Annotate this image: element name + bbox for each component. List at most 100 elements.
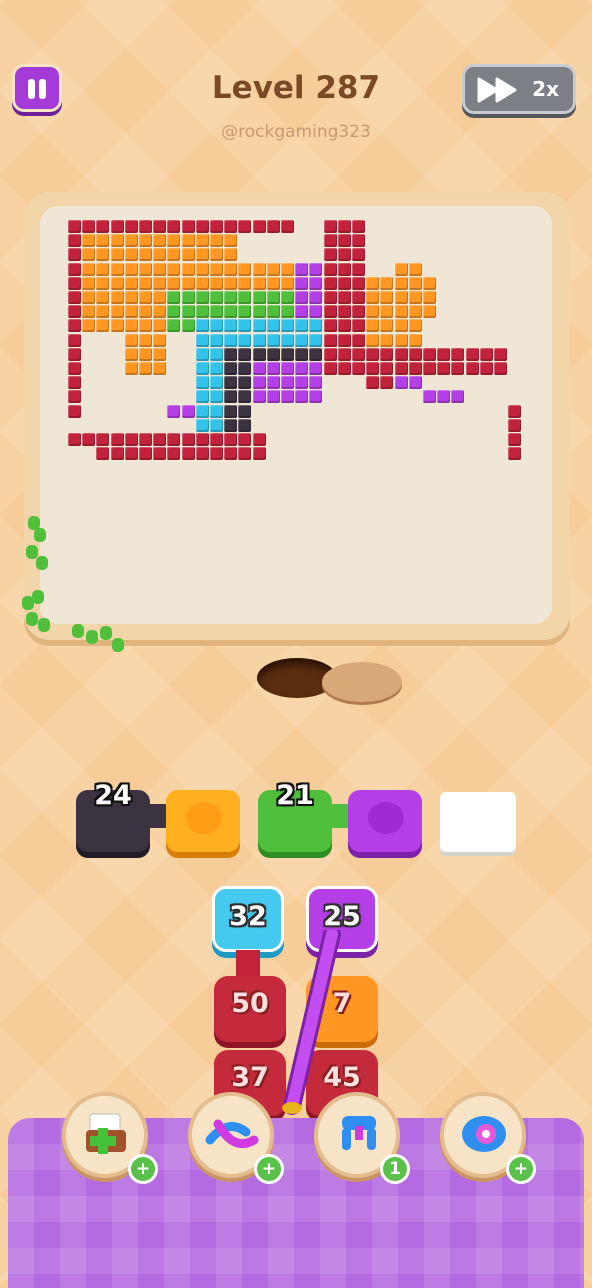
pixel-block: [181, 234, 195, 248]
pixel-block: [309, 362, 323, 375]
pixel-block: [281, 347, 294, 361]
pixel-block: [366, 305, 380, 319]
pixel-block: [479, 347, 493, 361]
pixel-block: [352, 234, 365, 248]
pixel-block: [224, 276, 238, 290]
pixel-block: [153, 333, 167, 347]
pixel-block: [96, 234, 110, 248]
booster-spool[interactable]: +: [440, 1092, 536, 1184]
pixel-block: [224, 220, 238, 233]
pixel-block: [195, 248, 209, 262]
pixel-block: [437, 347, 451, 361]
pixel-block: [195, 276, 209, 290]
pixel-block: [281, 262, 294, 276]
pixel-block: [252, 347, 266, 361]
pixel-block: [238, 262, 252, 276]
pixel-block: [295, 390, 309, 404]
pixel-block: [68, 333, 81, 347]
pixel-block: [153, 319, 167, 333]
pixel-block: [266, 305, 280, 319]
booster-add-box[interactable]: +: [62, 1092, 158, 1184]
pixel-block: [295, 262, 309, 276]
pixel-block: [224, 291, 238, 304]
pixel-block: [465, 362, 479, 375]
pixel-block: [238, 362, 252, 375]
pixel-block: [238, 291, 252, 304]
pixel-block: [224, 305, 238, 319]
pixel-block: [423, 305, 436, 319]
pixel-block: [110, 447, 124, 461]
pixel-block: [110, 276, 124, 290]
speed-toggle-button[interactable]: 2x: [462, 64, 576, 114]
hole-lid: [322, 662, 402, 702]
pixel-block: [82, 248, 96, 262]
pixel-block: [408, 262, 422, 276]
pixel-block: [309, 390, 323, 404]
pixel-block: [394, 333, 408, 347]
pixel-block: [96, 305, 110, 319]
pixel-block: [153, 262, 167, 276]
pixel-block: [210, 220, 223, 233]
pixel-block: [281, 305, 294, 319]
pixel-block: [451, 347, 465, 361]
pixel-block: [68, 234, 81, 248]
pixel-block: [224, 248, 238, 262]
pixel-block: [352, 333, 365, 347]
pixel-block: [337, 276, 351, 290]
pixel-block: [68, 347, 81, 361]
pixel-block: [238, 390, 252, 404]
swap-arrows-icon: [205, 1119, 259, 1148]
pixel-block: [68, 433, 81, 446]
shooter-count: 21: [276, 780, 314, 811]
pixel-block: [224, 418, 238, 432]
pixel-block: [181, 319, 195, 333]
pixel-block: [195, 220, 209, 233]
pixel-block: [352, 319, 365, 333]
pixel-block: [323, 291, 337, 304]
pixel-block: [181, 220, 195, 233]
pixel-block: [167, 404, 181, 418]
pixel-block: [82, 262, 96, 276]
pixel-block: [266, 376, 280, 390]
pixel-block: [408, 276, 422, 290]
rope-beam: [282, 930, 341, 1115]
pixel-block: [366, 347, 380, 361]
shooter-slot-2[interactable]: [166, 790, 240, 852]
pixel-block: [238, 347, 252, 361]
pixel-block: [96, 433, 110, 446]
pixel-block: [167, 319, 181, 333]
pixel-block: [380, 376, 394, 390]
pixel-block: [195, 319, 209, 333]
pixel-block: [124, 276, 138, 290]
booster-badge: +: [254, 1154, 284, 1184]
pixel-block: [96, 262, 110, 276]
pixel-block: [323, 234, 337, 248]
pixel-block: [82, 234, 96, 248]
pixel-block: [366, 276, 380, 290]
pixel-block: [139, 220, 152, 233]
pixel-block: [124, 333, 138, 347]
pixel-block: [210, 234, 223, 248]
pixel-block: [337, 262, 351, 276]
pixel-block: [337, 234, 351, 248]
empty-slot[interactable]: [440, 792, 516, 852]
booster-magnet[interactable]: 1: [314, 1092, 410, 1184]
booster-badge: +: [128, 1154, 158, 1184]
pixel-block: [309, 376, 323, 390]
pixel-block: [337, 248, 351, 262]
pixel-block: [210, 319, 223, 333]
fast-forward-icon: [477, 77, 517, 103]
pixel-block: [309, 319, 323, 333]
shooter-slot-4[interactable]: [348, 790, 422, 852]
pixel-block: [68, 220, 81, 233]
pixel-block: [181, 447, 195, 461]
pixel-block: [167, 276, 181, 290]
pixel-block: [252, 291, 266, 304]
pixel-block: [195, 291, 209, 304]
booster-swap[interactable]: +: [188, 1092, 284, 1184]
pixel-block: [68, 276, 81, 290]
pixel-block: [110, 234, 124, 248]
pixel-block: [124, 291, 138, 304]
pixel-block: [394, 291, 408, 304]
pixel-block: [224, 319, 238, 333]
